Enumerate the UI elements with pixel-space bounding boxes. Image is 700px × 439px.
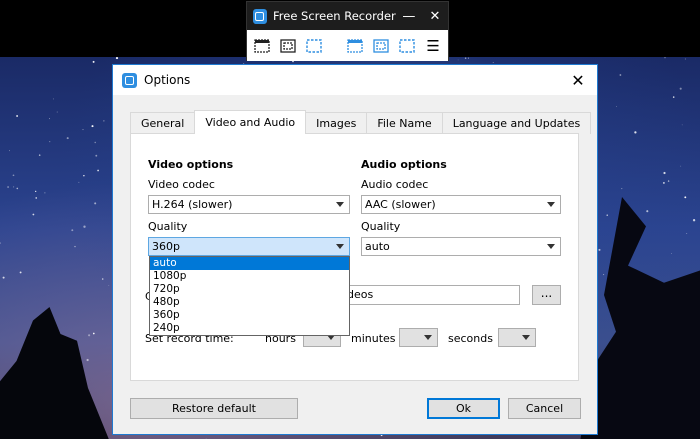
audio-codec-value: AAC (slower)	[365, 198, 436, 211]
chevron-down-icon	[547, 202, 555, 207]
minimize-button[interactable]: —	[396, 9, 422, 24]
audio-codec-select[interactable]: AAC (slower)	[361, 195, 561, 214]
app-logo-icon	[253, 8, 267, 24]
tab-images[interactable]: Images	[305, 112, 368, 134]
chevron-down-icon	[424, 335, 432, 340]
video-options-heading: Video options	[148, 158, 234, 171]
tab-strip: General Video and Audio Images File Name…	[130, 110, 592, 134]
video-quality-label: Quality	[148, 220, 188, 233]
dialog-title: Options	[144, 73, 191, 87]
audio-quality-label: Quality	[361, 220, 401, 233]
screenshot-fullscreen-icon[interactable]	[398, 38, 416, 54]
tab-language-and-updates[interactable]: Language and Updates	[441, 112, 592, 134]
options-dialog: Options ✕ General Video and Audio Images…	[112, 64, 598, 435]
screenshot-window-icon[interactable]	[347, 38, 365, 54]
quality-option-720p[interactable]: 720p	[150, 283, 349, 296]
app-logo-icon	[122, 72, 137, 88]
recorder-toolbar: ☰	[247, 30, 448, 61]
quality-dropdown-list: auto 1080p 720p 480p 360p 240p	[149, 256, 350, 336]
seconds-select[interactable]	[498, 328, 536, 347]
seconds-label: seconds	[448, 332, 493, 345]
screenshot-region-icon[interactable]	[372, 38, 390, 54]
dialog-close-button[interactable]: ✕	[559, 71, 597, 90]
quality-option-1080p[interactable]: 1080p	[150, 270, 349, 283]
tab-general[interactable]: General	[130, 112, 196, 134]
recorder-titlebar[interactable]: Free Screen Recorder — ✕	[247, 2, 448, 30]
chevron-down-icon	[336, 202, 344, 207]
recorder-title: Free Screen Recorder	[272, 9, 396, 23]
dialog-titlebar[interactable]: Options ✕	[113, 65, 597, 95]
video-codec-select[interactable]: H.264 (slower)	[148, 195, 350, 214]
video-quality-value: 360p	[152, 240, 180, 253]
recorder-window: Free Screen Recorder — ✕ ☰	[246, 1, 449, 61]
recorder-close-button[interactable]: ✕	[422, 9, 448, 24]
chevron-down-icon	[336, 244, 344, 249]
record-window-icon[interactable]	[253, 38, 271, 54]
video-codec-label: Video codec	[148, 178, 215, 191]
chevron-down-icon	[547, 244, 555, 249]
output-folder-input[interactable]: deos	[344, 285, 520, 305]
quality-option-480p[interactable]: 480p	[150, 296, 349, 309]
audio-options-heading: Audio options	[361, 158, 447, 171]
audio-quality-value: auto	[365, 240, 390, 253]
audio-codec-label: Audio codec	[361, 178, 429, 191]
tab-file-name[interactable]: File Name	[366, 112, 443, 134]
menu-icon[interactable]: ☰	[424, 37, 442, 55]
video-codec-value: H.264 (slower)	[152, 198, 233, 211]
output-folder-value: deos	[347, 288, 374, 301]
quality-option-240p[interactable]: 240p	[150, 322, 349, 335]
record-region-icon[interactable]	[279, 38, 297, 54]
cancel-button[interactable]: Cancel	[508, 398, 581, 419]
restore-default-button[interactable]: Restore default	[130, 398, 298, 419]
browse-button[interactable]: ...	[532, 285, 561, 305]
tab-video-and-audio[interactable]: Video and Audio	[194, 110, 307, 134]
record-fullscreen-icon[interactable]	[305, 38, 323, 54]
chevron-down-icon	[522, 335, 530, 340]
ok-button[interactable]: Ok	[427, 398, 500, 419]
quality-option-360p[interactable]: 360p	[150, 309, 349, 322]
video-quality-select[interactable]: 360p	[148, 237, 350, 256]
minutes-select[interactable]	[399, 328, 438, 347]
audio-quality-select[interactable]: auto	[361, 237, 561, 256]
quality-option-auto[interactable]: auto	[150, 257, 349, 270]
minutes-label: minutes	[351, 332, 396, 345]
